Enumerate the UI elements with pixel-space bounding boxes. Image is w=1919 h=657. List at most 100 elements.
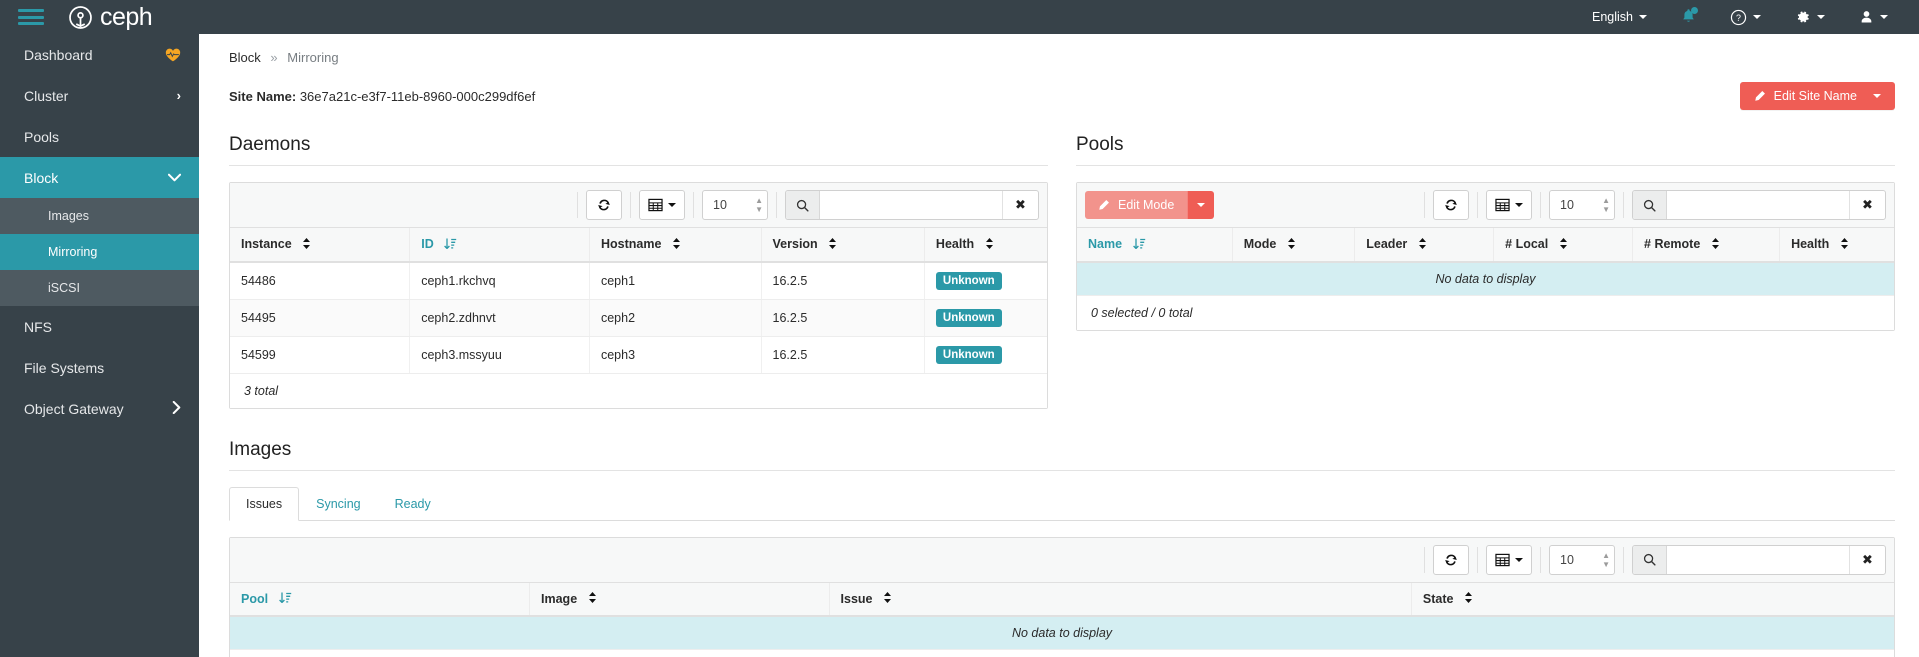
pools-refresh-button[interactable]	[1433, 190, 1469, 220]
column-header-version[interactable]: Version	[761, 228, 925, 263]
chevron-down-icon	[1873, 94, 1881, 98]
daemons-page-size-stepper[interactable]: 10 ▲ ▼	[702, 190, 768, 220]
pools-toolbar-left: Edit Mode	[1085, 191, 1215, 219]
brand-logo[interactable]: ceph	[68, 4, 153, 30]
images-search-clear-button[interactable]: ✖	[1849, 545, 1885, 574]
sort-icon	[1840, 237, 1849, 252]
refresh-icon	[1445, 554, 1457, 566]
sidebar-item-iscsi[interactable]: iSCSI	[0, 270, 199, 306]
pools-title: Pools	[1076, 134, 1124, 155]
column-header-health[interactable]: Health	[1779, 228, 1894, 263]
daemons-search-input[interactable]	[820, 191, 1002, 219]
pools-toolbar: Edit Mode 10 ▲ ▼ ✖	[1077, 183, 1894, 228]
images-tabs: Issues Syncing Ready	[229, 486, 1895, 521]
chevron-down-icon	[1515, 203, 1523, 207]
sidebar-item-block[interactable]: Block	[0, 157, 199, 198]
sidebar-item-pools[interactable]: Pools	[0, 116, 199, 157]
page-size-value: 10	[1560, 198, 1574, 212]
edit-mode-dropdown-toggle[interactable]	[1187, 191, 1215, 219]
edit-mode-main[interactable]: Edit Mode	[1085, 191, 1188, 219]
column-header-num-remote[interactable]: # Remote	[1632, 228, 1781, 263]
pools-page-size-stepper[interactable]: 10 ▲ ▼	[1549, 190, 1615, 220]
table-header-row: Instance ID Hostname Version Health	[230, 228, 1047, 263]
column-label: State	[1422, 591, 1454, 606]
images-columns-button[interactable]	[1486, 544, 1532, 575]
empty-state-row: No data to display	[230, 616, 1894, 651]
tab-ready[interactable]: Ready	[378, 487, 448, 521]
daemons-columns-button[interactable]	[639, 190, 685, 220]
user-icon	[1861, 11, 1872, 23]
column-header-health[interactable]: Health	[924, 228, 1047, 263]
column-header-pool[interactable]: Pool	[230, 582, 531, 618]
edit-mode-button[interactable]: Edit Mode	[1085, 191, 1215, 219]
daemons-search-clear-button[interactable]: ✖	[1002, 191, 1038, 219]
stepper-arrows-icon[interactable]: ▲ ▼	[1602, 197, 1610, 214]
tab-label: Issues	[246, 496, 283, 511]
divider	[229, 165, 1048, 166]
language-selector[interactable]: English	[1575, 0, 1664, 34]
column-header-issue[interactable]: Issue	[829, 582, 1412, 618]
notifications-button[interactable]	[1664, 0, 1713, 34]
sidebar-item-label: iSCSI	[48, 281, 80, 295]
gear-icon	[1797, 11, 1809, 23]
daemons-table: Instance ID Hostname Version Health 5448…	[230, 228, 1047, 374]
notification-indicator	[1691, 6, 1698, 14]
images-page-size-stepper[interactable]: 10 ▲ ▼	[1549, 544, 1615, 575]
breadcrumb-parent[interactable]: Block	[229, 50, 261, 65]
daemons-title: Daemons	[229, 134, 311, 155]
sidebar-item-mirroring[interactable]: Mirroring	[0, 234, 199, 270]
column-header-hostname[interactable]: Hostname	[589, 228, 762, 263]
column-label: Mode	[1243, 237, 1277, 251]
sidebar-item-object-gateway[interactable]: Object Gateway	[0, 388, 199, 429]
daemons-panel: Daemons 10 ▲ ▼ ✖ Instance ID Hostname Ve…	[229, 134, 1048, 409]
sidebar-item-images[interactable]: Images	[0, 198, 199, 234]
breadcrumb-current: Mirroring	[287, 50, 339, 65]
divider	[693, 192, 694, 218]
pools-columns-button[interactable]	[1486, 190, 1532, 220]
sort-ascending-icon	[1132, 238, 1146, 252]
stepper-arrows-icon[interactable]: ▲ ▼	[755, 197, 763, 214]
tab-syncing[interactable]: Syncing	[299, 487, 377, 521]
images-table: Pool Image Issue State No data to displa…	[230, 582, 1894, 651]
cell-instance: 54495	[230, 299, 411, 337]
table-row[interactable]: 54599 ceph3.mssyuu ceph3 16.2.5 Unknown	[230, 336, 1047, 374]
sidebar-item-dashboard[interactable]: Dashboard	[0, 34, 199, 75]
hamburger-menu-icon[interactable]	[18, 7, 44, 27]
column-header-mode[interactable]: Mode	[1232, 228, 1356, 263]
column-label: Pool	[241, 591, 269, 606]
table-row[interactable]: 54486 ceph1.rkchvq ceph1 16.2.5 Unknown	[230, 261, 1047, 300]
sidebar-item-nfs[interactable]: NFS	[0, 306, 199, 347]
table-row[interactable]: 54495 ceph2.zdhnvt ceph2 16.2.5 Unknown	[230, 299, 1047, 337]
tab-issues[interactable]: Issues	[229, 486, 300, 521]
edit-site-name-button[interactable]: Edit Site Name	[1739, 82, 1895, 110]
sort-icon	[1287, 237, 1296, 252]
sidebar-item-file-systems[interactable]: File Systems	[0, 347, 199, 388]
refresh-icon	[1445, 199, 1457, 211]
pools-search-clear-button[interactable]: ✖	[1849, 191, 1885, 219]
sidebar-item-cluster[interactable]: Cluster ›	[0, 75, 199, 116]
pools-search-input[interactable]	[1667, 191, 1849, 219]
settings-menu[interactable]	[1778, 0, 1842, 34]
column-header-num-local[interactable]: # Local	[1493, 228, 1634, 263]
images-refresh-button[interactable]	[1433, 544, 1469, 575]
divider	[1623, 546, 1624, 573]
help-menu[interactable]: ?	[1713, 0, 1778, 34]
column-header-image[interactable]: Image	[529, 582, 830, 618]
navbar-right-controls: English ?	[1575, 0, 1905, 34]
images-panel: Images Issues Syncing Ready 10 ▲ ▼ ✖ Poo…	[199, 439, 1919, 657]
images-search-input[interactable]	[1667, 545, 1849, 574]
sort-icon	[1464, 592, 1473, 606]
column-header-leader[interactable]: Leader	[1354, 228, 1495, 263]
chevron-down-icon	[1880, 15, 1888, 19]
column-header-id[interactable]: ID	[409, 228, 590, 263]
daemons-refresh-button[interactable]	[586, 190, 622, 220]
pools-table-footer: 0 selected / 0 total	[1077, 295, 1894, 330]
images-table-footer: 0 total	[230, 650, 1894, 657]
daemons-table-footer: 3 total	[230, 373, 1047, 408]
column-header-instance[interactable]: Instance	[230, 228, 411, 263]
column-header-state[interactable]: State	[1411, 582, 1894, 618]
user-menu[interactable]	[1842, 0, 1905, 34]
column-header-name[interactable]: Name	[1077, 228, 1233, 263]
stepper-arrows-icon[interactable]: ▲ ▼	[1602, 551, 1610, 568]
cell-health: Unknown	[924, 261, 1047, 300]
